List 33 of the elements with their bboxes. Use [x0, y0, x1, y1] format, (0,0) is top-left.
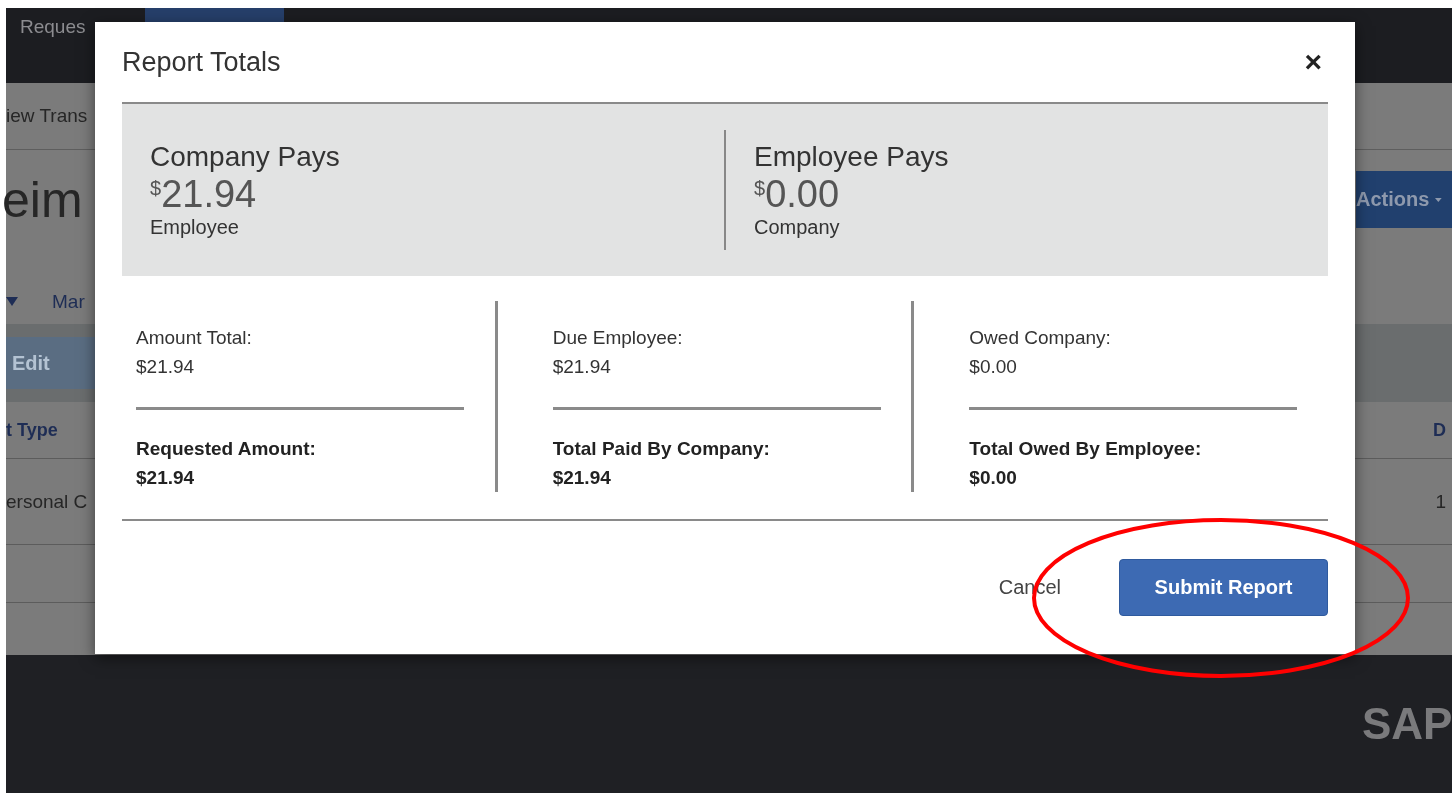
tab[interactable]: Mar: [52, 290, 85, 313]
total-value: $0.00: [969, 466, 1018, 490]
total-label: Total Paid By Company:: [552, 437, 771, 461]
total-value: $21.94: [552, 466, 612, 490]
table-cell: 1: [1435, 490, 1446, 513]
actions-button[interactable]: Actions: [1356, 171, 1452, 228]
summary-amount: 21.94: [161, 173, 257, 216]
caret-icon[interactable]: [6, 297, 18, 306]
total-label: Amount Total:: [136, 326, 253, 350]
total-label: Owed Company:: [969, 326, 1112, 350]
summary-party: Company: [754, 216, 841, 239]
summary-heading: Employee Pays: [754, 141, 950, 173]
summary-party: Employee: [150, 216, 240, 239]
total-label: Requested Amount:: [136, 437, 317, 461]
table-cell: ersonal C: [6, 490, 88, 513]
close-button[interactable]: ×: [1298, 45, 1328, 79]
total-label: Due Employee:: [552, 326, 684, 350]
subnav-link[interactable]: iew Trans: [6, 105, 88, 127]
currency-symbol: $: [150, 177, 162, 199]
total-value: $21.94: [136, 355, 196, 379]
caret-icon: [1435, 196, 1442, 203]
currency-symbol: $: [754, 177, 766, 199]
column-header: t Type: [6, 419, 58, 441]
total-value: $0.00: [969, 355, 1018, 379]
submit-button[interactable]: Submit Report: [1119, 559, 1328, 616]
summary-heading: Company Pays: [150, 141, 341, 173]
column-header: D: [1433, 419, 1446, 441]
dialog-title: Report Totals: [122, 46, 281, 78]
total-value: $21.94: [136, 466, 196, 490]
total-label: Total Owed By Employee:: [969, 437, 1203, 461]
summary-amount: 0.00: [765, 173, 840, 216]
footer-logo: SAP: [1362, 699, 1452, 749]
total-value: $21.94: [552, 355, 612, 379]
